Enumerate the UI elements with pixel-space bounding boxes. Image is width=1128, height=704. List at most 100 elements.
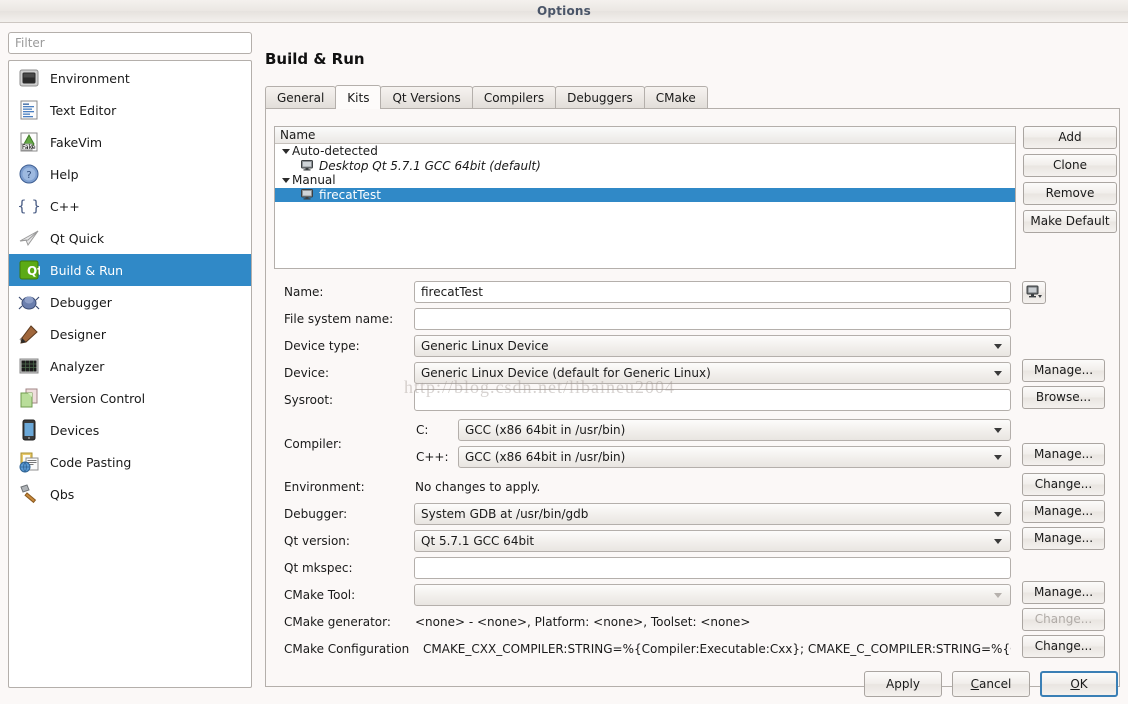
- qt-version-manage-button[interactable]: Manage...: [1022, 527, 1105, 550]
- remove-button[interactable]: Remove: [1023, 182, 1117, 205]
- cmake-generator-change-button[interactable]: Change...: [1022, 608, 1105, 631]
- name-input[interactable]: [414, 281, 1011, 303]
- tab-label: Compilers: [483, 90, 545, 105]
- phone-icon: [18, 419, 40, 441]
- expander-triangle-icon[interactable]: [279, 148, 292, 154]
- documents-icon: [18, 387, 40, 409]
- ok-button[interactable]: OK: [1040, 671, 1118, 697]
- tab-debuggers[interactable]: Debuggers: [555, 86, 645, 108]
- add-button[interactable]: Add: [1023, 126, 1117, 149]
- cmake-tool-combo[interactable]: [414, 584, 1011, 606]
- sysroot-browse-button[interactable]: Browse...: [1022, 386, 1105, 409]
- monitor-dropdown-icon-button[interactable]: [1022, 280, 1046, 304]
- sidebar-item-label: Environment: [50, 70, 130, 86]
- environment-change-button[interactable]: Change...: [1022, 473, 1105, 496]
- sidebar-item-label: Analyzer: [50, 358, 105, 374]
- sidebar-item-fakevim[interactable]: Fake FakeVim: [9, 126, 251, 158]
- sidebar-item-debugger[interactable]: Debugger: [9, 286, 251, 318]
- compiler-manage-button[interactable]: Manage...: [1022, 443, 1105, 466]
- tab-general[interactable]: General: [265, 86, 337, 108]
- tab-bar[interactable]: General Kits Qt Versions Compilers Debuggers…: [265, 85, 1120, 109]
- sidebar-item-label: Qbs: [50, 486, 75, 502]
- sidebar-item-label: Code Pasting: [50, 454, 132, 470]
- kit-tree-row[interactable]: firecatTest: [275, 187, 1015, 202]
- dialog-button-bar: Apply Cancel OK: [0, 664, 1128, 704]
- form-row-qt-mkspec: Qt mkspec:: [274, 557, 1117, 579]
- sidebar-item-label: C++: [50, 198, 80, 214]
- sidebar-item-label: Debugger: [50, 294, 112, 310]
- kit-tree-row[interactable]: Auto-detected: [275, 144, 1015, 159]
- sidebar-item-qbs[interactable]: Qbs: [9, 478, 251, 510]
- options-content: Build & Run General Kits Qt Versions Compil…: [260, 32, 1120, 688]
- monitor-icon: [18, 67, 40, 89]
- device-type-combo[interactable]: Generic Linux Device: [414, 335, 1011, 357]
- category-list[interactable]: Environment Text Editor Fake FakeVim? Help { …: [8, 60, 252, 688]
- desktop-device-icon: [301, 189, 315, 200]
- sidebar-item-qt-quick[interactable]: Qt Quick: [9, 222, 251, 254]
- page-title: Build & Run: [265, 50, 365, 68]
- kit-tree-row[interactable]: Desktop Qt 5.7.1 GCC 64bit (default): [275, 159, 1015, 174]
- tab-qt-versions[interactable]: Qt Versions: [380, 86, 473, 108]
- clipboard-globe-icon: [18, 451, 40, 473]
- sidebar-item-text-editor[interactable]: Text Editor: [9, 94, 251, 126]
- cancel-button[interactable]: Cancel: [952, 671, 1030, 697]
- file-system-name-input[interactable]: [414, 308, 1011, 330]
- sidebar-item-environment[interactable]: Environment: [9, 62, 251, 94]
- sidebar-item-label: Help: [50, 166, 79, 182]
- filter-input[interactable]: [8, 32, 252, 54]
- qt-version-value: Qt 5.7.1 GCC 64bit: [421, 534, 535, 548]
- cmake-configuration-value: CMAKE_CXX_COMPILER:STRING=%{Compiler:Exe…: [423, 642, 1011, 656]
- sidebar-item-designer[interactable]: Designer: [9, 318, 251, 350]
- cmake-tool-manage-button[interactable]: Manage...: [1022, 581, 1105, 604]
- kit-tree-row[interactable]: Manual: [275, 173, 1015, 188]
- label-qt-version: Qt version:: [284, 534, 350, 548]
- tab-kits[interactable]: Kits: [335, 85, 382, 109]
- chevron-down-icon: [994, 455, 1002, 460]
- apply-button[interactable]: Apply: [864, 671, 942, 697]
- cmake-generator-value: <none> - <none>, Platform: <none>, Tools…: [415, 615, 751, 629]
- sidebar-item-build-run[interactable]: Qt Build & Run: [9, 254, 251, 286]
- kit-tree-row-label: Desktop Qt 5.7.1 GCC 64bit (default): [319, 158, 541, 173]
- svg-text:?: ?: [26, 170, 31, 181]
- cmake-configuration-change-button[interactable]: Change...: [1022, 635, 1105, 658]
- form-row-cmake-generator: CMake generator: <none> - <none>, Platfo…: [274, 608, 1117, 633]
- braces-icon: { }: [17, 195, 41, 217]
- svg-text:Fake: Fake: [22, 144, 36, 151]
- kit-tree-rows[interactable]: Auto-detected Desktop Qt 5.7.1 GCC 64bit …: [275, 144, 1015, 202]
- device-manage-button[interactable]: Manage...: [1022, 359, 1105, 382]
- sidebar-item-version-control[interactable]: Version Control: [9, 382, 251, 414]
- clone-button[interactable]: Clone: [1023, 154, 1117, 177]
- label-name: Name:: [284, 285, 324, 299]
- expander-triangle-icon[interactable]: [279, 177, 292, 183]
- options-sidebar: Environment Text Editor Fake FakeVim? Help { …: [8, 32, 252, 688]
- paper-plane-icon: [18, 227, 40, 249]
- qt-version-combo[interactable]: Qt 5.7.1 GCC 64bit: [414, 530, 1011, 552]
- sidebar-item-help[interactable]: ? Help: [9, 158, 251, 190]
- window-title: Options: [537, 4, 591, 18]
- kit-list-buttons[interactable]: Add Clone Remove Make Default: [1023, 126, 1117, 238]
- fakevim-icon: Fake: [18, 131, 40, 153]
- qt-logo-icon: Qt: [18, 259, 43, 281]
- make-default-button[interactable]: Make Default: [1023, 210, 1117, 233]
- sysroot-input[interactable]: [414, 389, 1011, 411]
- label-sysroot: Sysroot:: [284, 393, 334, 407]
- label-cmake-configuration: CMake Configuration: [284, 642, 410, 656]
- dialog-body: Environment Text Editor Fake FakeVim? Help { …: [0, 23, 1128, 704]
- form-row-qt-version: Qt version: Qt 5.7.1 GCC 64bit Manage...: [274, 527, 1117, 552]
- qt-mkspec-input[interactable]: [414, 557, 1011, 579]
- debugger-combo[interactable]: System GDB at /usr/bin/gdb: [414, 503, 1011, 525]
- sidebar-item-analyzer[interactable]: Analyzer: [9, 350, 251, 382]
- tab-cmake[interactable]: CMake: [643, 86, 708, 108]
- sidebar-item-label: Version Control: [50, 390, 146, 406]
- tab-compilers[interactable]: Compilers: [471, 86, 557, 108]
- chevron-down-icon: [994, 371, 1002, 376]
- compiler-cxx-combo[interactable]: GCC (x86 64bit in /usr/bin): [458, 446, 1011, 468]
- compiler-c-combo[interactable]: GCC (x86 64bit in /usr/bin): [458, 419, 1011, 441]
- sidebar-item-devices[interactable]: Devices: [9, 414, 251, 446]
- label-compiler: Compiler:: [284, 436, 342, 451]
- debugger-manage-button[interactable]: Manage...: [1022, 500, 1105, 523]
- device-combo[interactable]: Generic Linux Device (default for Generi…: [414, 362, 1011, 384]
- sidebar-item-code-pasting[interactable]: Code Pasting: [9, 446, 251, 478]
- kit-tree[interactable]: Name Auto-detected Desktop Qt 5.7.1 GCC 6…: [274, 126, 1016, 269]
- sidebar-item-c[interactable]: { } C++: [9, 190, 251, 222]
